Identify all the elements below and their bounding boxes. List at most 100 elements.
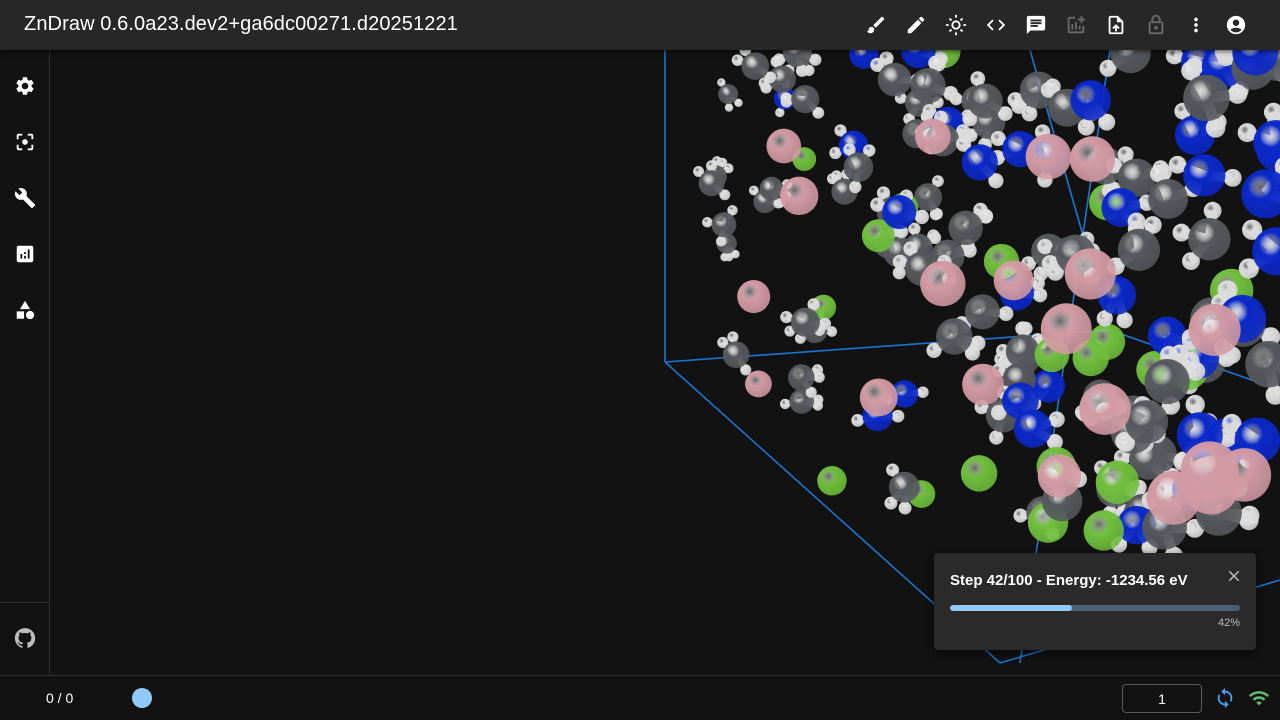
hydrogen-atom bbox=[917, 386, 929, 398]
carbon-atom bbox=[877, 62, 912, 97]
carbon-atom bbox=[914, 183, 943, 212]
fluorine-atom bbox=[737, 279, 771, 314]
hydrogen-atom bbox=[727, 331, 739, 343]
progress-title: Step 42/100 - Energy: -1234.56 eV bbox=[950, 572, 1188, 589]
step-input[interactable] bbox=[1122, 684, 1202, 713]
selection-icon bbox=[16, 133, 34, 151]
nitrogen-atom bbox=[1253, 120, 1280, 166]
hydrogen-atom bbox=[1265, 385, 1280, 405]
sidebar-item-geometries[interactable] bbox=[5, 290, 45, 330]
hydrogen-atom bbox=[780, 92, 793, 105]
hydrogen-atom bbox=[724, 103, 734, 112]
fluorine-atom bbox=[915, 118, 951, 155]
nitrogen-atom bbox=[882, 194, 917, 230]
gear-icon bbox=[16, 77, 34, 95]
hydrogen-atom bbox=[1263, 102, 1280, 122]
carbon-atom bbox=[741, 52, 770, 80]
app-bar: ZnDraw 0.6.0a23.dev2+ga6dc00271.d2025122… bbox=[0, 0, 1280, 50]
frame-slider-thumb[interactable] bbox=[132, 688, 152, 708]
github-icon bbox=[14, 628, 36, 648]
fluorine-atom bbox=[1079, 383, 1131, 435]
carbon-atom bbox=[1188, 217, 1231, 261]
carbon-atom bbox=[843, 152, 874, 183]
hydrogen-atom bbox=[795, 64, 809, 77]
account-icon bbox=[1226, 15, 1246, 35]
carbon-atom bbox=[948, 210, 983, 246]
hydrogen-atom bbox=[1223, 168, 1242, 187]
hydrogen-atom bbox=[1116, 312, 1133, 329]
carbon-atom bbox=[698, 170, 725, 197]
hydrogen-atom bbox=[1165, 50, 1184, 65]
carbon-atom bbox=[1124, 400, 1169, 444]
analysis-icon bbox=[16, 245, 34, 263]
bottom-bar: 0 / 0 bbox=[0, 675, 1280, 720]
carbon-atom bbox=[1245, 341, 1280, 388]
carbon-atom bbox=[1117, 228, 1161, 271]
hydrogen-atom bbox=[1172, 223, 1191, 242]
chlorine-atom bbox=[817, 466, 847, 496]
sidebar-item-analysis[interactable] bbox=[5, 234, 45, 274]
carbon-atom bbox=[711, 212, 737, 238]
chat-button[interactable] bbox=[1016, 5, 1056, 45]
hydrogen-atom bbox=[1032, 287, 1048, 303]
lock-button[interactable] bbox=[1136, 5, 1176, 45]
brightness-icon bbox=[945, 14, 967, 36]
hydrogen-atom bbox=[780, 310, 793, 324]
upload-button[interactable] bbox=[1096, 5, 1136, 45]
carbon-atom bbox=[888, 471, 920, 503]
hydrogen-atom bbox=[851, 414, 864, 427]
hydrogen-atom bbox=[1227, 84, 1248, 104]
sync-icon bbox=[1217, 687, 1233, 709]
carbon-atom bbox=[790, 307, 820, 337]
code-button[interactable] bbox=[976, 5, 1016, 45]
account-button[interactable] bbox=[1216, 5, 1256, 45]
carbon-atom bbox=[1183, 74, 1230, 122]
sidebar-item-modifiers[interactable] bbox=[5, 178, 45, 218]
hydrogen-atom bbox=[1205, 118, 1226, 138]
fluorine-atom bbox=[1188, 303, 1241, 357]
geometry-icon bbox=[16, 300, 35, 320]
github-link[interactable] bbox=[5, 618, 45, 658]
carbon-atom bbox=[788, 364, 815, 391]
nitrogen-atom bbox=[961, 144, 998, 181]
wifi-icon bbox=[1248, 691, 1270, 706]
nitrogen-atom bbox=[1241, 169, 1280, 219]
hydrogen-atom bbox=[779, 398, 791, 410]
carbon-atom bbox=[1110, 50, 1151, 74]
carbon-atom bbox=[1148, 179, 1189, 219]
sync-button[interactable] bbox=[1214, 687, 1236, 709]
hydrogen-atom bbox=[998, 306, 1014, 321]
hydrogen-atom bbox=[1185, 394, 1205, 415]
toolbar bbox=[856, 5, 1256, 45]
add-plot-button[interactable] bbox=[1056, 5, 1096, 45]
carbon-atom bbox=[936, 318, 973, 355]
fluorine-atom bbox=[766, 128, 802, 164]
close-notification-button[interactable] bbox=[1224, 566, 1244, 586]
sidebar bbox=[0, 50, 50, 675]
chlorine-atom bbox=[1083, 510, 1124, 551]
more-button[interactable] bbox=[1176, 5, 1216, 45]
hydrogen-atom bbox=[970, 335, 986, 351]
sidebar-item-selection[interactable] bbox=[5, 122, 45, 162]
lock-icon bbox=[1148, 14, 1164, 35]
hydrogen-atom bbox=[989, 430, 1004, 445]
edit-button[interactable] bbox=[896, 5, 936, 45]
sidebar-item-settings[interactable] bbox=[5, 66, 45, 106]
progress-percent: 42% bbox=[1217, 617, 1240, 629]
pencil-icon bbox=[907, 16, 925, 34]
carbon-atom bbox=[759, 176, 784, 201]
carbon-atom bbox=[967, 83, 1003, 119]
connection-status bbox=[1248, 687, 1270, 709]
hydrogen-atom bbox=[702, 217, 713, 228]
hydrogen-atom bbox=[1203, 201, 1222, 220]
fluorine-atom bbox=[1025, 133, 1072, 180]
brush-button[interactable] bbox=[856, 5, 896, 45]
fluorine-atom bbox=[1069, 136, 1116, 182]
carbon-atom bbox=[910, 68, 946, 104]
app-title: ZnDraw 0.6.0a23.dev2+ga6dc00271.d2025122… bbox=[24, 13, 458, 35]
hydrogen-atom bbox=[892, 254, 908, 270]
fluorine-atom bbox=[745, 370, 772, 398]
hydrogen-atom bbox=[813, 371, 825, 383]
theme-toggle-button[interactable] bbox=[936, 5, 976, 45]
fluorine-atom bbox=[1037, 454, 1082, 498]
